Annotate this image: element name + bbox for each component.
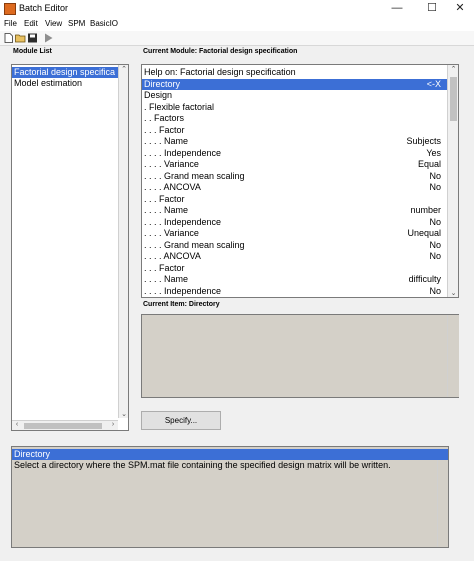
- tree-row-value: number: [410, 205, 441, 215]
- vscroll-thumb[interactable]: [450, 77, 457, 121]
- open-folder-icon[interactable]: [15, 33, 26, 43]
- hscroll-thumb[interactable]: [24, 423, 102, 429]
- tree-row[interactable]: . . . . Variance Unequal: [142, 228, 447, 239]
- scroll-up-arrow-icon[interactable]: ⌃: [448, 65, 458, 73]
- tree-row-label: . . . . Independence: [144, 147, 222, 158]
- tree-row[interactable]: . . . . Independence No: [142, 286, 447, 297]
- scroll-up-arrow-icon[interactable]: ⌃: [119, 65, 128, 73]
- tree-row-value: No: [429, 285, 441, 296]
- current-module-vscrollbar[interactable]: ⌃ ⌄: [447, 65, 458, 297]
- tree-row[interactable]: . . . . ANCOVA No: [142, 182, 447, 193]
- tree-row-label: . . . Factor: [144, 193, 185, 204]
- save-icon[interactable]: [27, 33, 38, 43]
- scroll-down-arrow-icon[interactable]: ⌄: [448, 289, 458, 297]
- module-item-model-estimation[interactable]: Model estimation: [12, 78, 119, 89]
- tree-row[interactable]: Design: [142, 90, 447, 101]
- module-list-hscrollbar[interactable]: ‹ ›: [12, 420, 118, 430]
- module-item-factorial-design[interactable]: Factorial design specifica: [12, 67, 119, 78]
- tree-row-label: . . Factors: [144, 113, 185, 123]
- menu-edit[interactable]: Edit: [24, 19, 38, 28]
- tree-row-label: . . . . Name: [144, 136, 189, 146]
- tree-row[interactable]: Directory <-X: [142, 78, 447, 90]
- close-button[interactable]: ✕: [446, 0, 474, 17]
- tree-row-value: No: [429, 182, 441, 192]
- menu-spm[interactable]: SPM: [68, 19, 85, 28]
- scroll-left-arrow-icon[interactable]: ‹: [13, 421, 21, 428]
- tree-row-label: . . . . ANCOVA: [144, 182, 201, 192]
- module-list[interactable]: Factorial design specifica Model estimat…: [11, 64, 129, 431]
- tree-row[interactable]: . . . . Independence No: [142, 217, 447, 228]
- specify-button[interactable]: Specify...: [141, 411, 221, 430]
- current-module-tree[interactable]: Help on: Factorial design specification D…: [141, 64, 459, 298]
- tree-row[interactable]: . . . . Variance Equal: [142, 159, 447, 170]
- menu-basicio[interactable]: BasicIO: [90, 19, 118, 28]
- tree-row-label: . . . . ANCOVA: [144, 251, 201, 261]
- tree-row[interactable]: . . . . Grand mean scaling No: [142, 240, 447, 251]
- tree-row-value: difficulty: [408, 274, 441, 284]
- window-title: Batch Editor: [19, 3, 69, 13]
- tree-row-value: Yes: [426, 147, 441, 158]
- tree-row[interactable]: . . . . Name Subjects: [142, 136, 447, 147]
- tree-row-label: . . . Factor: [144, 124, 185, 135]
- help-panel: Directory Select a directory where the S…: [11, 446, 449, 548]
- current-item-label: Current Item: Directory: [143, 301, 220, 308]
- module-list-vscrollbar[interactable]: ⌃ ⌄: [118, 65, 128, 418]
- tree-row-value: <-X: [426, 78, 441, 89]
- tree-row[interactable]: . . . . Independence Yes: [142, 148, 447, 159]
- current-item-panel[interactable]: [141, 314, 459, 398]
- tree-row[interactable]: Help on: Factorial design specification: [142, 67, 447, 78]
- tree-row[interactable]: . . . . Name number: [142, 205, 447, 216]
- tree-row-label: . . . . Grand mean scaling: [144, 170, 245, 181]
- menu-view[interactable]: View: [45, 19, 62, 28]
- matlab-app-icon: [4, 3, 16, 15]
- tree-row-value: No: [429, 170, 441, 181]
- help-text: Select a directory where the SPM.mat fil…: [14, 460, 391, 470]
- tree-row-label: . . . . Independence: [144, 216, 222, 227]
- tree-row-label: . . . . Variance: [144, 159, 199, 169]
- current-module-label: Current Module: Factorial design specifi…: [143, 48, 298, 55]
- toolbar: [0, 31, 474, 46]
- tree-row-value: No: [429, 239, 441, 250]
- help-title: Directory: [12, 449, 448, 460]
- tree-row[interactable]: . Flexible factorial: [142, 102, 447, 113]
- new-file-icon[interactable]: [3, 33, 14, 43]
- tree-row[interactable]: . . . . Grand mean scaling No: [142, 171, 447, 182]
- tree-row-label: . . . . Variance: [144, 228, 199, 238]
- module-list-label: Module List: [13, 48, 52, 55]
- tree-row[interactable]: . . . Factor: [142, 263, 447, 274]
- tree-row[interactable]: . . . Factor: [142, 125, 447, 136]
- tree-row-label: . . . . Independence: [144, 285, 222, 296]
- tree-row-label: . . . Factor: [144, 262, 185, 273]
- menu-file[interactable]: File: [4, 19, 17, 28]
- tree-row[interactable]: . . . . Name difficulty: [142, 274, 447, 285]
- tree-row-value: No: [429, 216, 441, 227]
- tree-row-label: . . . . Name: [144, 205, 189, 215]
- scroll-down-arrow-icon[interactable]: ⌄: [119, 410, 128, 418]
- tree-row[interactable]: . . . Factor: [142, 194, 447, 205]
- scroll-right-arrow-icon[interactable]: ›: [109, 421, 117, 428]
- minimize-button[interactable]: —: [383, 0, 411, 17]
- tree-row-label: Help on: Factorial design specification: [144, 67, 296, 77]
- tree-row-label: . . . . Grand mean scaling: [144, 239, 245, 250]
- tree-row-value: Subjects: [406, 136, 441, 146]
- tree-row-label: Design: [144, 90, 173, 100]
- maximize-button[interactable]: ☐: [418, 0, 446, 17]
- help-vscrollbar[interactable]: [437, 460, 448, 547]
- run-icon[interactable]: [43, 33, 54, 43]
- tree-row-label: Directory: [144, 78, 181, 89]
- tree-row-label: . Flexible factorial: [144, 101, 215, 112]
- tree-row-label: . . . . Name: [144, 274, 189, 284]
- tree-row-value: Unequal: [407, 228, 441, 238]
- tree-row-value: No: [429, 251, 441, 261]
- tree-row[interactable]: . . Factors: [142, 113, 447, 124]
- tree-row[interactable]: . . . . ANCOVA No: [142, 251, 447, 262]
- current-item-vscrollbar[interactable]: [447, 315, 459, 397]
- tree-row-value: Equal: [417, 159, 441, 169]
